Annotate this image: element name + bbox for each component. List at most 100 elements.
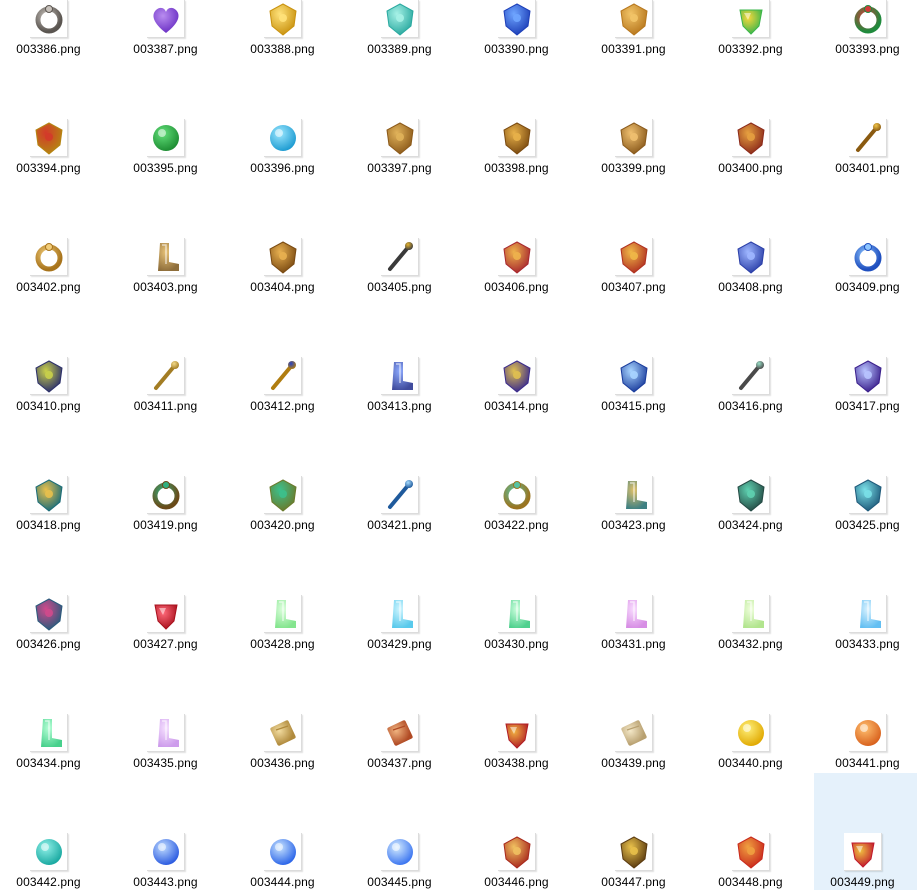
file-item[interactable]: 003449.png <box>814 773 917 890</box>
file-item[interactable]: 003437.png <box>351 714 453 774</box>
file-name-label: 003442.png <box>16 875 81 889</box>
file-item[interactable]: 003444.png <box>234 833 336 893</box>
file-item[interactable]: 003423.png <box>585 476 687 536</box>
blue-potion-icon <box>498 0 536 38</box>
file-item[interactable]: 003410.png <box>0 357 102 417</box>
file-name-label: 003401.png <box>835 161 900 175</box>
teal-gauntlet-icon <box>30 476 68 514</box>
file-item[interactable]: 003389.png <box>351 0 453 60</box>
file-name-label: 003443.png <box>133 875 198 889</box>
blue-spear-icon <box>381 476 419 514</box>
file-item[interactable]: 003422.png <box>468 476 570 536</box>
file-item[interactable]: 003393.png <box>819 0 917 60</box>
file-item[interactable]: 003391.png <box>585 0 687 60</box>
file-item[interactable]: 003420.png <box>234 476 336 536</box>
ruby-gem-icon <box>147 595 185 633</box>
file-item[interactable]: 003426.png <box>0 595 102 655</box>
file-item[interactable]: 003387.png <box>117 0 219 60</box>
file-item[interactable]: 003445.png <box>351 833 453 893</box>
file-item[interactable]: 003429.png <box>351 595 453 655</box>
file-item[interactable]: 003412.png <box>234 357 336 417</box>
file-item[interactable]: 003443.png <box>117 833 219 893</box>
file-item[interactable]: 003439.png <box>585 714 687 774</box>
file-item[interactable]: 003405.png <box>351 238 453 298</box>
gold-medallion-icon <box>30 119 68 157</box>
file-item[interactable]: 003440.png <box>702 714 804 774</box>
file-item[interactable]: 003411.png <box>117 357 219 417</box>
file-name-label: 003428.png <box>250 637 315 651</box>
file-item[interactable]: 003392.png <box>702 0 804 60</box>
file-item[interactable]: 003418.png <box>0 476 102 536</box>
file-item[interactable]: 003399.png <box>585 119 687 179</box>
file-item[interactable]: 003397.png <box>351 119 453 179</box>
file-item[interactable]: 003438.png <box>468 714 570 774</box>
file-item[interactable]: 003419.png <box>117 476 219 536</box>
file-item[interactable]: 003395.png <box>117 119 219 179</box>
file-item[interactable]: 003413.png <box>351 357 453 417</box>
file-item[interactable]: 003407.png <box>585 238 687 298</box>
lilac-boot-icon <box>147 714 185 752</box>
file-item[interactable]: 003388.png <box>234 0 336 60</box>
file-name-label: 003449.png <box>830 875 895 889</box>
file-item[interactable]: 003436.png <box>234 714 336 774</box>
heart-icon <box>147 0 185 38</box>
file-name-label: 003429.png <box>367 637 432 651</box>
file-item[interactable]: 003432.png <box>702 595 804 655</box>
green-boot-icon <box>264 595 302 633</box>
file-item[interactable]: 003441.png <box>819 714 917 774</box>
file-item[interactable]: 003421.png <box>351 476 453 536</box>
file-item[interactable]: 003386.png <box>0 0 102 60</box>
file-item[interactable]: 003424.png <box>702 476 804 536</box>
file-name-label: 003446.png <box>484 875 549 889</box>
file-item[interactable]: 003448.png <box>702 833 804 893</box>
crescent-blade-icon <box>264 357 302 395</box>
file-item[interactable]: 003417.png <box>819 357 917 417</box>
cyan-orb-icon <box>264 119 302 157</box>
cyan-boot-icon <box>849 595 887 633</box>
file-item[interactable]: 003400.png <box>702 119 804 179</box>
file-item[interactable]: 003414.png <box>468 357 570 417</box>
file-item[interactable]: 003433.png <box>819 595 917 655</box>
file-item[interactable]: 003430.png <box>468 595 570 655</box>
gold-charm-icon <box>264 0 302 38</box>
file-name-label: 003407.png <box>601 280 666 294</box>
ruby-crown-icon <box>498 238 536 276</box>
file-item[interactable]: 003425.png <box>819 476 917 536</box>
file-item[interactable]: 003442.png <box>0 833 102 893</box>
file-name-label: 003437.png <box>367 756 432 770</box>
violet-armor-icon <box>849 357 887 395</box>
file-item[interactable]: 003431.png <box>585 595 687 655</box>
file-item[interactable]: 003394.png <box>0 119 102 179</box>
file-item[interactable]: 003434.png <box>0 714 102 774</box>
ruby-amulet-icon <box>844 833 882 871</box>
file-item[interactable]: 003447.png <box>585 833 687 893</box>
file-item[interactable]: 003390.png <box>468 0 570 60</box>
file-item[interactable]: 003428.png <box>234 595 336 655</box>
file-item[interactable]: 003403.png <box>117 238 219 298</box>
file-item[interactable]: 003415.png <box>585 357 687 417</box>
file-item[interactable]: 003396.png <box>234 119 336 179</box>
file-item[interactable]: 003427.png <box>117 595 219 655</box>
file-name-label: 003398.png <box>484 161 549 175</box>
file-name-label: 003433.png <box>835 637 900 651</box>
file-name-label: 003413.png <box>367 399 432 413</box>
file-name-label: 003392.png <box>718 42 783 56</box>
yellow-orb-icon <box>732 714 770 752</box>
gold-pickaxe-icon <box>381 238 419 276</box>
file-item[interactable]: 003409.png <box>819 238 917 298</box>
file-item[interactable]: 003435.png <box>117 714 219 774</box>
teal-boots-icon <box>615 476 653 514</box>
file-item[interactable]: 003416.png <box>702 357 804 417</box>
file-item[interactable]: 003404.png <box>234 238 336 298</box>
file-item[interactable]: 003446.png <box>468 833 570 893</box>
gold-staff-icon <box>147 357 185 395</box>
file-name-label: 003438.png <box>484 756 549 770</box>
file-item[interactable]: 003406.png <box>468 238 570 298</box>
file-item[interactable]: 003401.png <box>819 119 917 179</box>
file-name-label: 003444.png <box>250 875 315 889</box>
file-item[interactable]: 003402.png <box>0 238 102 298</box>
file-name-label: 003404.png <box>250 280 315 294</box>
file-item[interactable]: 003398.png <box>468 119 570 179</box>
teal-belt-icon <box>732 476 770 514</box>
file-item[interactable]: 003408.png <box>702 238 804 298</box>
